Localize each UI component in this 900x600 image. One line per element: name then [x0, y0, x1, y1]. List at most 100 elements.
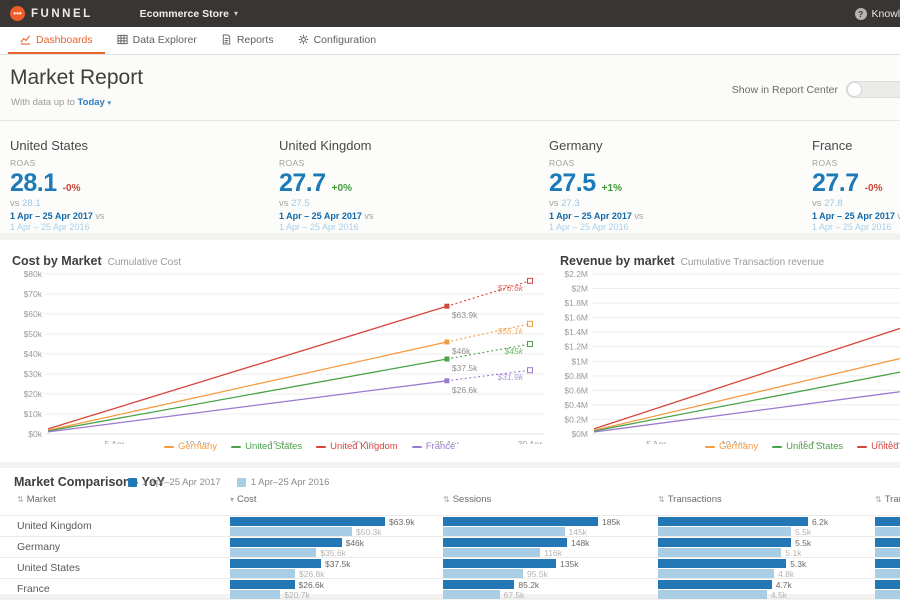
account-selector[interactable]: Ecommerce Store ▾: [140, 8, 238, 20]
data-up-to-row: With data up to Today ▾: [11, 97, 111, 108]
column-header-cost[interactable]: ▾ Cost: [230, 494, 257, 505]
transac-bar-2017: [875, 517, 900, 526]
cost-bars: $26.6k $20.7k: [230, 580, 324, 600]
column-header-sessions[interactable]: ⇅ Sessions: [443, 494, 491, 505]
svg-text:$2.2M: $2.2M: [564, 269, 588, 279]
cost-chart-plot[interactable]: $0k $10k $20k $30k $40k $50k $60k $70k $80k 5 Apr…: [4, 268, 544, 449]
funnel-logo[interactable]: ••• FUNNEL: [0, 6, 93, 21]
legend-dash-icon: [164, 445, 174, 448]
table-legend-item: 1 Apr–25 Apr 2017: [128, 477, 221, 488]
kpi-period-current[interactable]: 1 Apr – 25 Apr 2017 vs: [279, 211, 549, 221]
legend-item-germany[interactable]: Germany: [164, 441, 217, 452]
knowledge-link[interactable]: ? Knowle: [854, 7, 900, 20]
tab-dashboards[interactable]: Dashboards: [8, 27, 105, 54]
column-header-transactions[interactable]: ⇅ Transactions: [658, 494, 722, 505]
cost-bars: $63.9k $50.3k: [230, 517, 415, 537]
knowledge-label: Knowle: [871, 7, 900, 20]
transactions-bar-2016: 5.1k: [658, 548, 801, 558]
kpi-metric-label: ROAS: [10, 158, 36, 168]
svg-text:$76.6k: $76.6k: [496, 283, 523, 293]
sessions-bar-2017: 148k: [443, 538, 589, 548]
kpi-period-current[interactable]: 1 Apr – 25 Apr 2017 vs: [10, 211, 280, 221]
sessions-bars: 135k 95.5k: [443, 559, 579, 579]
tab-data-explorer[interactable]: Data Explorer: [105, 27, 209, 54]
column-label: Market: [26, 494, 56, 505]
table-legend: 1 Apr–25 Apr 2017 1 Apr–25 Apr 2016: [128, 477, 329, 488]
kpi-period-previous[interactable]: 1 Apr – 25 Apr 2016: [549, 222, 819, 232]
report-center-toggle[interactable]: [846, 81, 900, 98]
kpi-vs-row: vs 28.1: [10, 198, 280, 209]
table-row-germany[interactable]: Germany $46k $35.6k 148k 116k 5.5k 5.1k: [0, 536, 900, 558]
svg-text:$0.4M: $0.4M: [564, 400, 588, 410]
kpi-period-current[interactable]: 1 Apr – 25 Apr 2017 vs: [549, 211, 819, 221]
legend-item-france[interactable]: France: [411, 441, 455, 452]
revenue-chart-subtitle: Cumulative Transaction revenue: [680, 257, 825, 268]
table-row-united-kingdom[interactable]: United Kingdom $63.9k $50.3k 185k 145k 6.2k 5.…: [0, 515, 900, 537]
kpi-country: Germany: [549, 138, 603, 153]
table-row-france[interactable]: France $26.6k $20.7k 85.2k 67.5k 4.7k 4.5k: [0, 578, 900, 600]
kpi-period-current[interactable]: 1 Apr – 25 Apr 2017 vs: [812, 211, 900, 221]
legend-item-united-kingdom[interactable]: United Kingdom: [316, 441, 398, 452]
legend-item-united-states[interactable]: United States: [772, 441, 843, 452]
transac-bars: [875, 517, 900, 536]
svg-text:$1.2M: $1.2M: [564, 342, 588, 352]
column-header-transac[interactable]: ⇅Transac: [875, 494, 900, 505]
table-row-united-states[interactable]: United States $37.5k $26.8k 135k 95.5k 5.3k 4.…: [0, 557, 900, 579]
cost-bar-2016: $50.3k: [230, 527, 382, 537]
cost-value-2017: $37.5k: [325, 558, 351, 569]
legend-item-germany[interactable]: Germany: [705, 441, 758, 452]
cost-value-2017: $26.6k: [298, 579, 325, 590]
cost-value-2016: $20.7k: [284, 589, 310, 600]
sessions-bar-2016: 145k: [443, 527, 587, 537]
cost-bar-2016: $35.6k: [230, 548, 346, 558]
legend-swatch-dark: [128, 478, 137, 487]
transac-bars: [875, 538, 900, 557]
svg-text:$37.5k: $37.5k: [452, 363, 478, 373]
column-header-market[interactable]: ⇅ Market: [17, 494, 56, 505]
sessions-value-2016: 116k: [544, 547, 562, 558]
market-cell: France: [17, 583, 50, 595]
transactions-value-2016: 5.5k: [795, 526, 812, 537]
sessions-value-2017: 148k: [571, 537, 590, 548]
data-up-to-dropdown[interactable]: Today ▾: [78, 97, 111, 108]
kpi-period-previous[interactable]: 1 Apr – 25 Apr 2016: [279, 222, 549, 232]
sort-icon: ⇅: [17, 495, 24, 504]
kpi-period-previous[interactable]: 1 Apr – 25 Apr 2016: [812, 222, 900, 232]
kpi-card-germany: Germany ROAS 27.5 +1% vs 27.3 1 Apr – 25 Apr …: [549, 138, 819, 232]
transactions-bars: 5.5k 5.1k: [658, 538, 811, 558]
transac-bar-2016: [875, 548, 900, 557]
kpi-period-previous[interactable]: 1 Apr – 25 Apr 2016: [10, 222, 280, 232]
cost-bar-2017: $26.6k: [230, 580, 324, 590]
svg-text:$1.6M: $1.6M: [564, 313, 588, 323]
svg-text:$2M: $2M: [571, 284, 588, 294]
market-cell: United Kingdom: [17, 520, 92, 532]
kpi-card-united-kingdom: United Kingdom ROAS 27.7 +0% vs 27.5 1 Apr – …: [279, 138, 549, 232]
sort-icon: ⇅: [875, 495, 882, 504]
kpi-previous-value: 28.1: [22, 198, 41, 209]
sessions-value-2017: 185k: [602, 516, 621, 527]
svg-text:$46k: $46k: [452, 346, 471, 356]
tab-label: Configuration: [313, 33, 377, 46]
kpi-value: 27.7: [279, 169, 326, 197]
legend-item-united-kingdom[interactable]: United Kingdom: [857, 441, 900, 452]
sessions-value-2017: 135k: [560, 558, 579, 569]
legend-label: United Kingdom: [330, 441, 398, 452]
transactions-bar-2017: 6.2k: [658, 517, 828, 527]
tab-configuration[interactable]: Configuration: [286, 27, 388, 54]
cost-chart-title: Cost by Market: [12, 254, 102, 268]
kpi-country: France: [812, 138, 853, 153]
svg-text:$0M: $0M: [571, 429, 588, 439]
kpi-metric-label: ROAS: [279, 158, 305, 168]
transac-bars: [875, 580, 900, 599]
legend-dash-icon: [231, 445, 242, 448]
cost-value-2016: $26.8k: [299, 568, 325, 579]
legend-label: United Kingdom: [871, 441, 900, 452]
sessions-bar-2016: 116k: [443, 548, 562, 558]
revenue-chart-plot[interactable]: $0M $0.2M $0.4M $0.6M $0.8M $1M $1.2M $1.4M $1.6…: [552, 268, 900, 449]
svg-text:$10k: $10k: [24, 409, 43, 419]
legend-item-united-states[interactable]: United States: [231, 441, 302, 452]
tab-reports[interactable]: Reports: [209, 27, 286, 54]
sessions-bar-2017: 135k: [443, 559, 579, 569]
transactions-value-2017: 6.2k: [812, 516, 829, 527]
chevron-down-icon: ▾: [233, 9, 238, 18]
